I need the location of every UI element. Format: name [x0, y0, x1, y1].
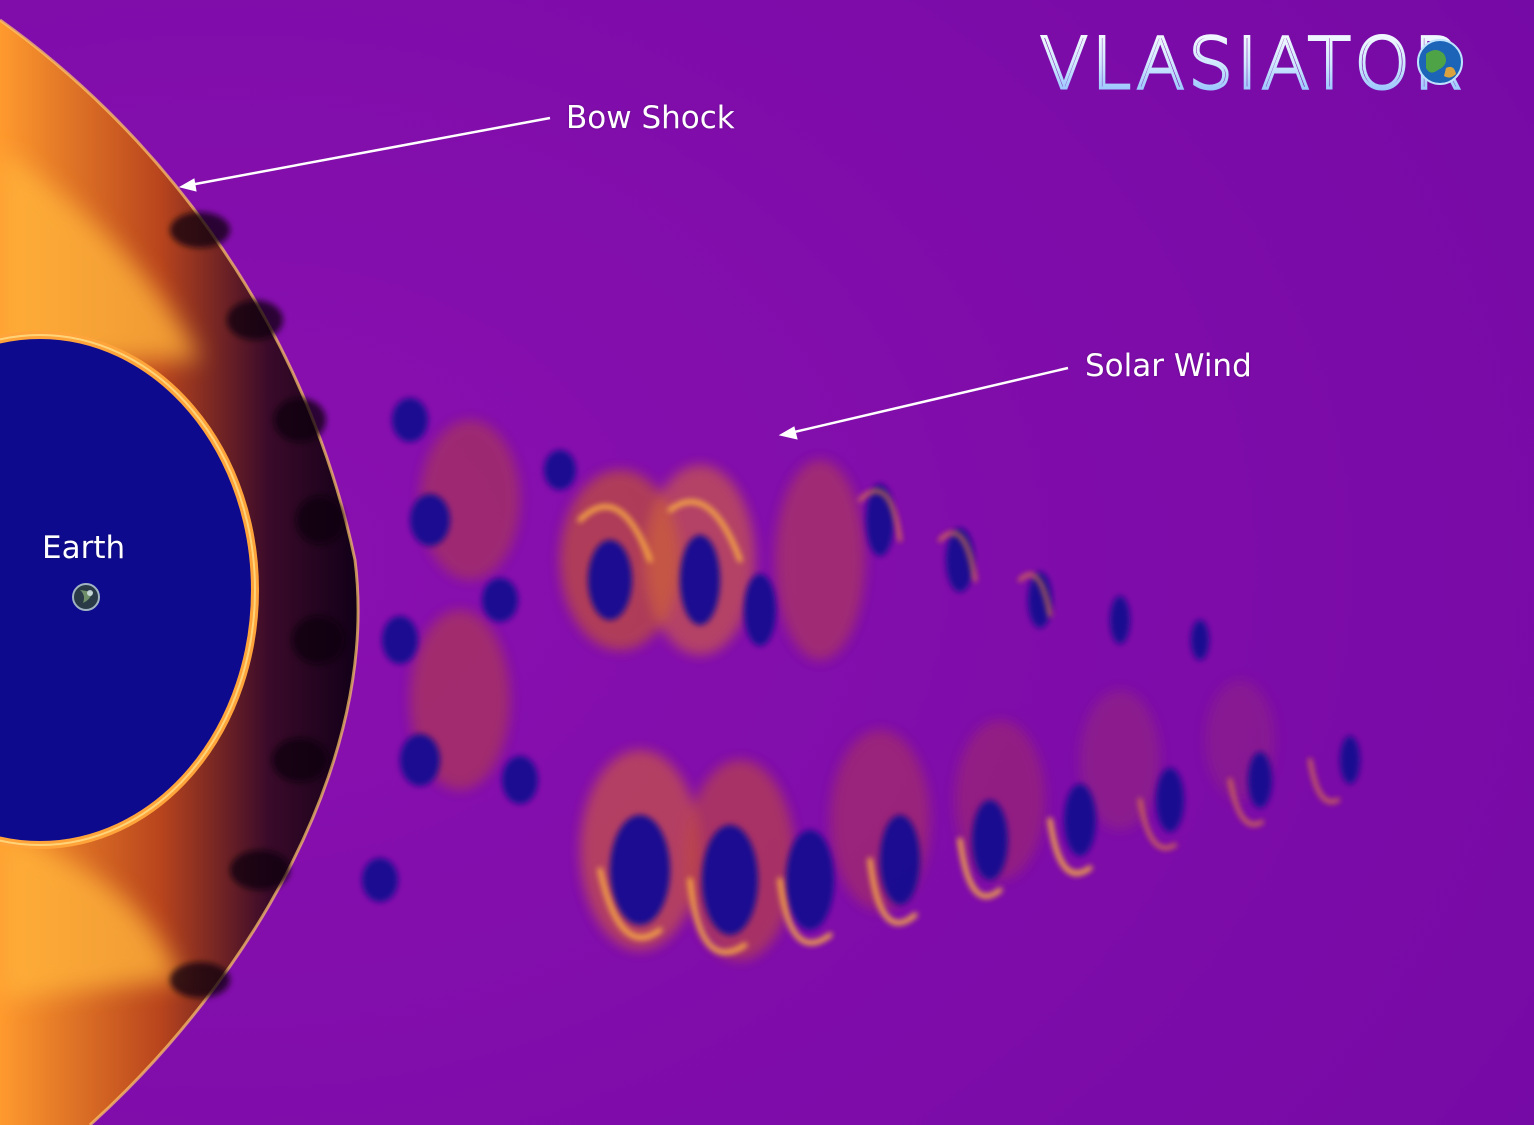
solar-wind-label: Solar Wind: [1085, 348, 1252, 384]
earth-label: Earth: [42, 530, 126, 566]
vlasiator-logo: VLASIATOR: [1039, 22, 1510, 107]
bow-shock-label: Bow Shock: [566, 100, 735, 136]
logo-text: VLASIATOR: [1040, 24, 1466, 104]
globe-icon: [1417, 39, 1463, 85]
earth-icon: [72, 583, 100, 611]
plasma-field: [0, 0, 1534, 1125]
simulation-image: VLASIATOR Bow Shock Solar Wind Earth: [0, 0, 1534, 1125]
